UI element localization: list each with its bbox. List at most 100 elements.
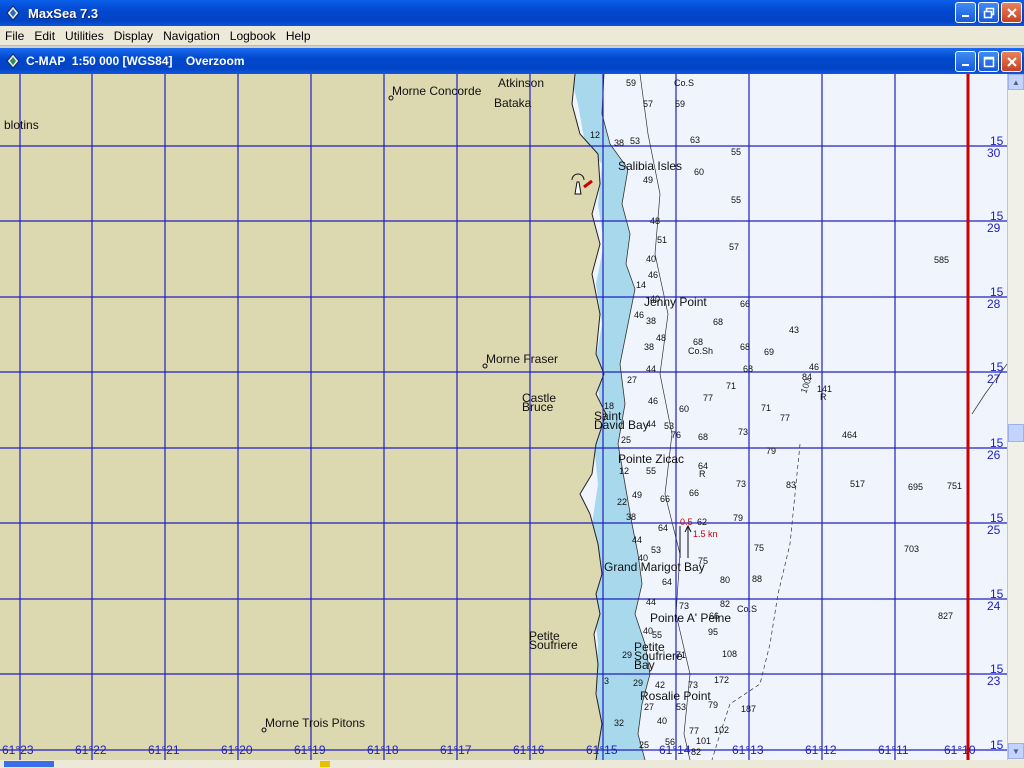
depth-sounding: 25 [621,435,631,445]
depth-sounding: 68 [743,364,753,374]
chart-minimize-icon[interactable] [955,51,976,72]
chart-vertical-scrollbar[interactable]: ▲ ▼ [1007,74,1024,760]
scroll-down-icon[interactable]: ▼ [1008,743,1024,759]
longitude-label: 61°18 [367,743,399,757]
menu-utilities[interactable]: Utilities [60,26,109,46]
depth-sounding: 66 [689,488,699,498]
status-strip [0,760,1024,768]
depth-sounding: 68 [740,342,750,352]
menu-logbook[interactable]: Logbook [225,26,281,46]
depth-sounding: 53 [676,702,686,712]
depth-sounding: 73 [688,680,698,690]
depth-sounding: 0.5 [680,517,693,527]
menu-help[interactable]: Help [281,26,316,46]
scroll-up-icon[interactable]: ▲ [1008,74,1024,90]
latitude-degree-label: 23 [987,674,1001,688]
depth-sounding: 32 [614,718,624,728]
longitude-label: 61°20 [221,743,253,757]
latitude-minute-label: 15 [990,738,1004,752]
depth-sounding: 18 [604,401,614,411]
place-name: Soufriere [529,638,578,652]
depth-sounding: 827 [938,611,953,621]
depth-sounding: 49 [643,175,653,185]
depth-sounding: 46 [634,310,644,320]
depth-sounding: 88 [752,574,762,584]
chart-canvas[interactable]: Morne Concorde Atkinson Bataka blotins S… [0,74,1007,760]
place-name: Bataka [494,96,532,110]
depth-sounding: 55 [646,466,656,476]
place-name: Morne Trois Pitons [265,716,365,730]
longitude-label: 61°14 [659,743,691,757]
longitude-label: 61°19 [294,743,326,757]
depth-sounding: 71 [761,403,771,413]
depth-sounding: 77 [703,393,713,403]
app-title: MaxSea 7.3 [28,5,99,21]
depth-sounding: 55 [652,630,662,640]
depth-sounding: 77 [689,726,699,736]
depth-sounding: 53 [651,545,661,555]
restore-icon[interactable] [978,2,999,23]
depth-sounding: R [699,469,706,479]
depth-sounding: 14 [636,280,646,290]
latitude-degree-label: 24 [987,599,1001,613]
depth-sounding: 73 [679,601,689,611]
depth-sounding: 43 [789,325,799,335]
menu-edit[interactable]: Edit [29,26,60,46]
depth-sounding: 101 [696,736,711,746]
depth-sounding: 95 [708,627,718,637]
depth-sounding: 464 [842,430,857,440]
status-segment [320,761,330,767]
depth-sounding: 172 [714,675,729,685]
chart-window-title-bar: C-MAP 1:50 000 [WGS84] Overzoom [0,48,1024,74]
menu-navigation[interactable]: Navigation [158,26,225,46]
chart-maximize-icon[interactable] [978,51,999,72]
depth-sounding: 40 [650,294,660,304]
status-segment [4,761,54,767]
depth-sounding: 102 [714,725,729,735]
longitude-label: 61°13 [732,743,764,757]
place-name: Bay [634,658,655,672]
depth-sounding: 68 [698,432,708,442]
menu-bar: File Edit Utilities Display Navigation L… [0,26,1024,46]
depth-sounding: 55 [731,147,741,157]
menu-file[interactable]: File [0,26,29,46]
depth-sounding: 60 [679,404,689,414]
nautical-chart[interactable]: Morne Concorde Atkinson Bataka blotins S… [0,74,1007,760]
longitude-label: 61°21 [148,743,180,757]
depth-sounding: 40 [646,254,656,264]
depth-sounding: 42 [655,680,665,690]
depth-sounding: 44 [646,419,656,429]
depth-sounding: 71 [676,650,686,660]
depth-sounding: 29 [633,678,643,688]
depth-sounding: 73 [738,427,748,437]
latitude-degree-label: 29 [987,221,1001,235]
place-name: Bruce [522,400,554,414]
depth-sounding: 38 [646,316,656,326]
minimize-icon[interactable] [955,2,976,23]
chart-close-icon[interactable] [1001,51,1022,72]
depth-sounding: 187 [741,704,756,714]
depth-sounding: 75 [754,543,764,553]
depth-sounding: 82 [691,747,701,757]
depth-sounding: Co.S [737,604,757,614]
depth-sounding: 108 [722,649,737,659]
depth-sounding: 25 [639,740,649,750]
close-icon[interactable] [1001,2,1022,23]
depth-sounding: Co.S [674,78,694,88]
longitude-label: 61°15 [586,743,618,757]
depth-sounding: 59 [675,99,685,109]
land-area [0,74,606,760]
scroll-thumb[interactable] [1008,424,1024,442]
menu-display[interactable]: Display [109,26,158,46]
depth-sounding: 51 [657,235,667,245]
depth-sounding: 44 [646,364,656,374]
depth-sounding: 46 [648,396,658,406]
place-name: Grand Marigot Bay [604,560,705,574]
depth-sounding: 46 [648,270,658,280]
depth-sounding: 751 [947,481,962,491]
depth-sounding: Co.Sh [688,346,713,356]
depth-sounding: 22 [617,497,627,507]
depth-sounding: 69 [764,347,774,357]
depth-sounding: 73 [736,479,746,489]
depth-sounding: 49 [632,490,642,500]
